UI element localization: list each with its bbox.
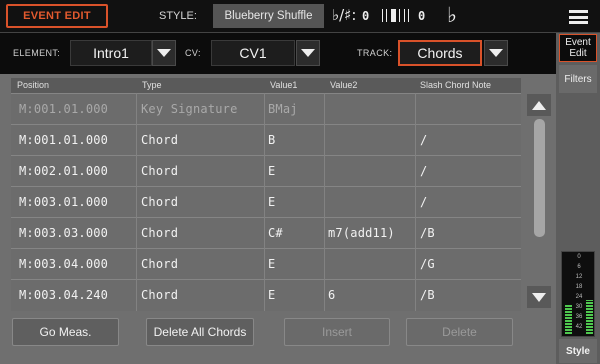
meter-scale-label: 36 [575, 314, 583, 320]
cell-type: Chord [141, 164, 179, 178]
tab-style[interactable]: Style [559, 339, 597, 363]
chevron-down-icon [157, 49, 171, 57]
column-header-value2: Value2 [330, 80, 358, 90]
cell-position: M:003.01.000 [19, 195, 109, 209]
meter-scale-label: 6 [577, 264, 581, 270]
cell-type: Chord [141, 195, 179, 209]
column-header-slash-chord-note: Slash Chord Note [420, 80, 492, 90]
cell-slash-chord-note: / [420, 164, 428, 178]
key-signature-icon: ♭/♯: [332, 6, 357, 24]
arrow-up-icon [532, 100, 546, 110]
element-select[interactable]: Intro1 [70, 40, 152, 66]
cell-value2: 6 [328, 288, 336, 302]
cv-select[interactable]: CV1 [211, 40, 295, 66]
arrow-down-icon [532, 292, 546, 302]
meter-scale-label: 18 [575, 284, 583, 290]
cell-slash-chord-note: /G [420, 257, 435, 271]
column-divider [324, 93, 325, 311]
style-name-field[interactable]: Blueberry Shuffle [213, 4, 324, 28]
cell-position: M:003.03.000 [19, 226, 109, 240]
selector-row: ELEMENT: Intro1 CV: CV1 TRACK: Chords [0, 33, 556, 74]
insert-button[interactable]: Insert [284, 318, 390, 346]
table-row[interactable]: M:001.01.000 Key Signature BMaj [11, 93, 521, 124]
right-sidebar: Event Edit Filters 0 6 12 18 24 30 36 42 Style [556, 33, 600, 364]
cell-value1: B [268, 133, 276, 147]
transpose-value: 0 [418, 9, 426, 23]
event-edit-mode-button[interactable]: EVENT EDIT [6, 4, 108, 28]
scroll-down-button[interactable] [527, 286, 551, 308]
cell-value1: E [268, 257, 276, 271]
track-select[interactable]: Chords [398, 40, 482, 66]
table-row[interactable]: M:002.01.000 Chord E / [11, 155, 521, 186]
cv-dropdown-button[interactable] [296, 40, 320, 66]
cv-label: CV: [185, 48, 201, 58]
column-header-type: Type [142, 80, 162, 90]
tab-event-edit[interactable]: Event Edit [559, 34, 597, 62]
chevron-down-icon [489, 49, 503, 57]
cell-slash-chord-note: /B [420, 226, 435, 240]
table-row[interactable]: M:003.01.000 Chord E / [11, 186, 521, 217]
cell-position: M:003.04.000 [19, 257, 109, 271]
top-bar: EVENT EDIT STYLE: Blueberry Shuffle ♭/♯:… [0, 0, 600, 33]
chevron-down-icon [301, 49, 315, 57]
column-divider [415, 93, 416, 311]
go-meas-button[interactable]: Go Meas. [12, 318, 119, 346]
table-header: Position Type Value1 Value2 Slash Chord … [11, 78, 521, 93]
table-row[interactable]: M:003.04.000 Chord E/G [11, 248, 521, 279]
meter-scale-label: 30 [575, 304, 583, 310]
cell-type: Chord [141, 133, 179, 147]
table-row[interactable]: M:003.03.000 Chord C# m7(add11) /B [11, 217, 521, 248]
cell-slash-chord-note: / [420, 195, 428, 209]
scrollbar-thumb[interactable] [534, 119, 545, 237]
meter-scale-label: 12 [575, 274, 583, 280]
meter-scale: 0 6 12 18 24 30 36 42 [573, 254, 585, 334]
style-label: STYLE: [159, 10, 197, 22]
meter-bar-right [586, 300, 593, 334]
cell-type: Chord [141, 288, 179, 302]
cell-value2: m7(add11) [328, 226, 395, 240]
meter-scale-label: 0 [577, 254, 581, 260]
element-label: ELEMENT: [13, 48, 61, 58]
cell-type: Chord [141, 257, 179, 271]
delete-all-chords-button[interactable]: Delete All Chords [146, 318, 254, 346]
cell-position: M:002.01.000 [19, 164, 109, 178]
level-meter: 0 6 12 18 24 30 36 42 [561, 251, 595, 337]
track-dropdown-button[interactable] [484, 40, 508, 66]
meter-scale-label: 24 [575, 294, 583, 300]
column-header-position: Position [17, 80, 50, 90]
cell-value1: E [268, 164, 276, 178]
delete-button[interactable]: Delete [406, 318, 513, 346]
cell-type: Chord [141, 226, 179, 240]
track-label: TRACK: [357, 48, 393, 58]
cell-position: M:003.04.240 [19, 288, 109, 302]
scroll-up-button[interactable] [527, 94, 551, 116]
keyboard-icon [382, 9, 409, 22]
column-divider [136, 93, 137, 311]
column-divider [264, 93, 265, 311]
element-dropdown-button[interactable] [152, 40, 176, 66]
cell-value1: BMaj [268, 102, 298, 116]
cell-type: Key Signature [141, 102, 238, 116]
meter-scale-label: 42 [575, 324, 583, 330]
flat-icon: ♭ [447, 3, 457, 27]
table-row[interactable]: M:001.01.000 Chord B / [11, 124, 521, 155]
key-signature-value: 0 [362, 9, 370, 23]
cell-slash-chord-note: /B [420, 288, 435, 302]
cell-position: M:001.01.000 [19, 133, 109, 147]
menu-icon[interactable] [569, 10, 588, 24]
event-table: Position Type Value1 Value2 Slash Chord … [11, 78, 521, 311]
cell-value1: E [268, 288, 276, 302]
cell-value1: E [268, 195, 276, 209]
meter-bar-left [565, 304, 572, 334]
table-row[interactable]: M:003.04.240 Chord E 6/B [11, 279, 521, 310]
column-header-value1: Value1 [270, 80, 298, 90]
cell-slash-chord-note: / [420, 133, 428, 147]
tab-filters[interactable]: Filters [559, 65, 597, 93]
cell-value1: C# [268, 226, 283, 240]
cell-position: M:001.01.000 [19, 102, 109, 116]
